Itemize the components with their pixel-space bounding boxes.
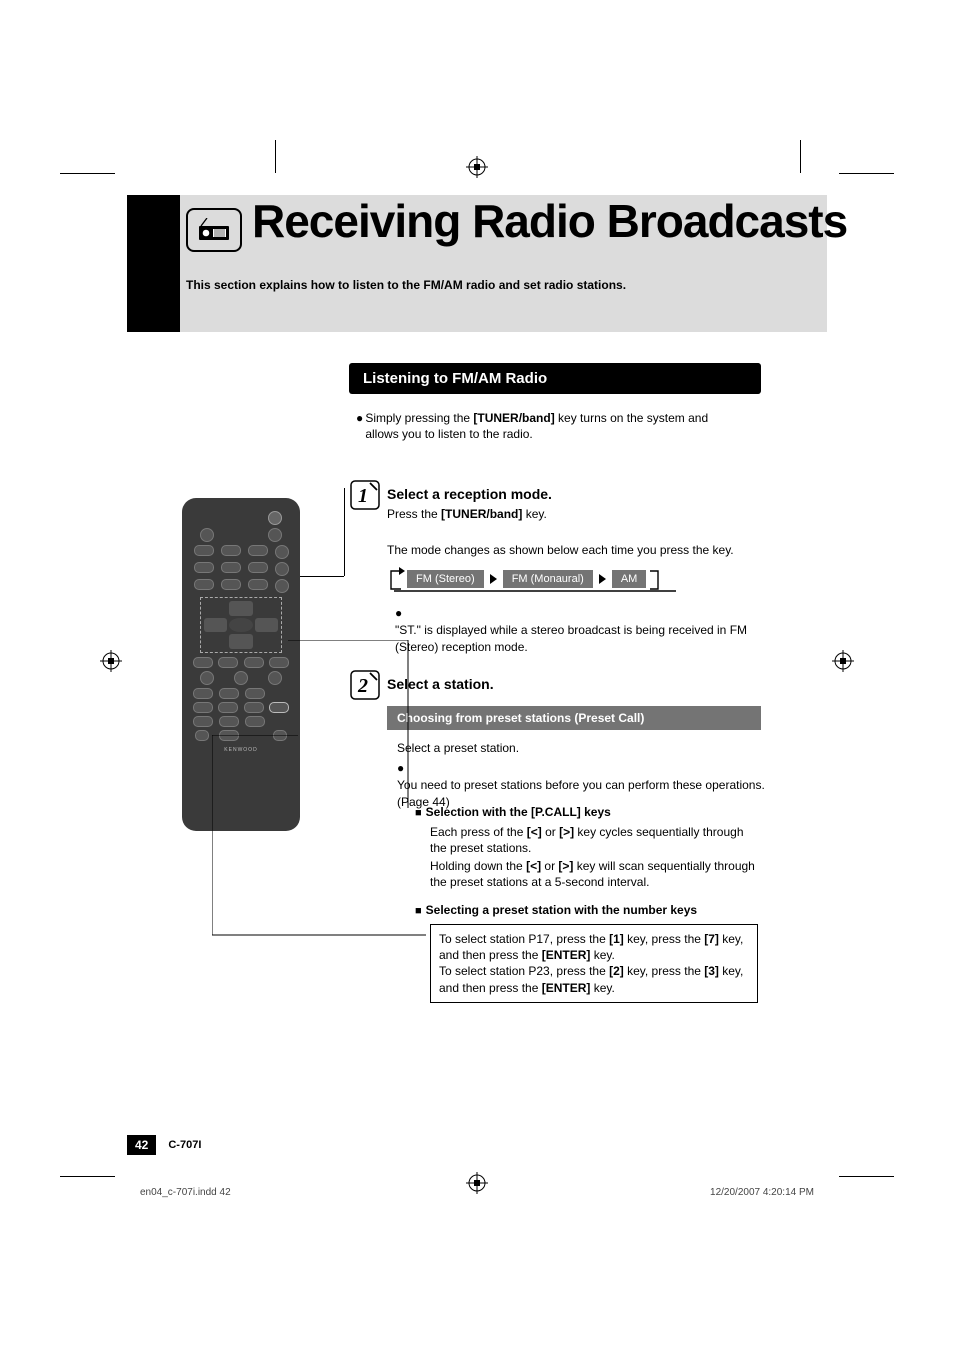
loop-bottom-line — [390, 587, 680, 595]
radio-icon — [186, 208, 242, 252]
page-footer: 42 C-707I — [127, 1135, 201, 1155]
preset-call-subheading: Choosing from preset stations (Preset Ca… — [387, 706, 761, 730]
crop-mark — [839, 173, 894, 174]
section-heading: Listening to FM/AM Radio — [349, 363, 761, 394]
chapter-title: Receiving Radio Broadcasts — [252, 194, 847, 248]
registration-mark-icon — [100, 650, 122, 672]
leader-line — [344, 488, 345, 576]
chapter-subtitle: This section explains how to listen to t… — [186, 278, 626, 292]
svg-text:1: 1 — [358, 485, 368, 507]
pcall-heading: ■Selection with the [P.CALL] keys — [415, 805, 611, 819]
section-intro: ● Simply pressing the [TUNER/band] key t… — [356, 410, 735, 442]
chapter-tab — [127, 195, 180, 332]
leader-line — [300, 576, 344, 577]
pcall-body-scan: Holding down the [<] or [>] key will sca… — [430, 858, 756, 890]
slug-left: en04_c-707i.indd 42 — [140, 1187, 231, 1198]
number-key-example-box: To select station P17, press the [1] key… — [430, 924, 758, 1003]
mode-am: AM — [612, 570, 647, 588]
pcall-body-cycle: Each press of the [<] or [>] key cycles … — [430, 824, 756, 856]
footer-model: C-707I — [168, 1139, 201, 1151]
crop-mark — [60, 173, 115, 174]
registration-mark-icon — [466, 1172, 488, 1194]
number-keys-heading: ■Selecting a preset station with the num… — [415, 903, 697, 917]
mode-fm-mono: FM (Monaural) — [503, 570, 593, 588]
crop-mark — [800, 140, 801, 173]
arrow-right-icon — [599, 574, 606, 584]
step-1-press: Press the [TUNER/band] key. — [387, 506, 547, 523]
registration-mark-icon — [832, 650, 854, 672]
step-1-badge: 1 — [350, 480, 380, 510]
leader-line — [212, 735, 428, 939]
mode-fm-stereo: FM (Stereo) — [407, 570, 484, 588]
page-number: 42 — [127, 1135, 156, 1155]
st-display-note: ● "ST." is displayed while a stereo broa… — [395, 605, 735, 655]
arrow-right-icon — [490, 574, 497, 584]
crop-mark — [839, 1176, 894, 1177]
crop-mark — [60, 1176, 115, 1177]
preset-required-note: ● You need to preset stations before you… — [397, 760, 753, 810]
step-1-heading: Select a reception mode. — [387, 486, 552, 502]
crop-mark — [275, 140, 276, 173]
registration-mark-icon — [466, 156, 488, 178]
slug-right: 12/20/2007 4:20:14 PM — [710, 1187, 814, 1198]
step-1-mode-note: The mode changes as shown below each tim… — [387, 542, 734, 559]
